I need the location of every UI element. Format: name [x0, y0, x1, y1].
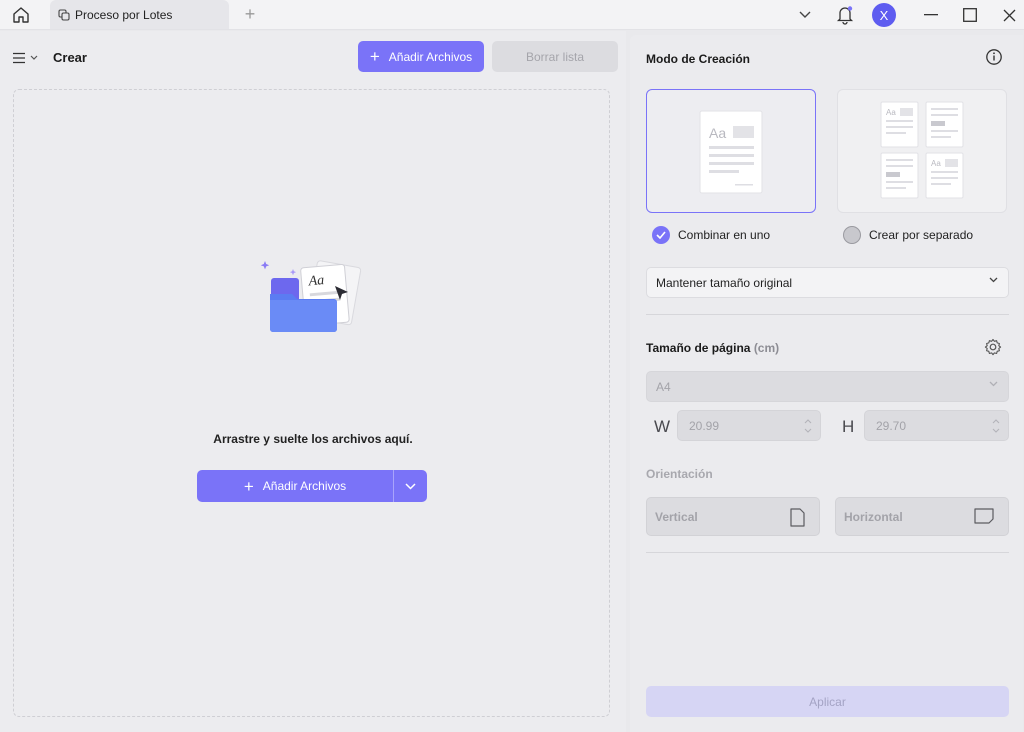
- chevron-down-icon: [30, 55, 38, 60]
- preview-aa-text: Aa: [931, 159, 941, 168]
- hamburger-icon: [13, 52, 25, 64]
- page-size-unit: (cm): [753, 341, 780, 355]
- add-files-button[interactable]: + Añadir Archivos: [358, 41, 484, 72]
- notifications-button[interactable]: [834, 0, 856, 30]
- vertical-button[interactable]: Vertical: [646, 497, 820, 536]
- separate-radio[interactable]: Crear por separado: [843, 226, 973, 244]
- radio-off-icon: [843, 226, 861, 244]
- apply-button[interactable]: Aplicar: [646, 686, 1009, 717]
- plus-icon: +: [369, 47, 380, 66]
- add-files-dropdown-button[interactable]: [394, 470, 427, 502]
- page-title: Crear: [53, 50, 87, 65]
- title-bar: Proceso por Lotes + X: [0, 0, 1024, 30]
- bell-icon: [836, 6, 854, 25]
- height-label: H: [842, 417, 855, 436]
- drop-instructions: Arrastre y suelte los archivos aquí.: [213, 432, 413, 446]
- combine-label: Combinar en uno: [678, 228, 771, 242]
- add-files-split-button: + Añadir Archivos: [197, 470, 427, 502]
- page-size-label: Tamaño de página: [646, 341, 751, 355]
- add-files-label: Añadir Archivos: [388, 49, 473, 64]
- spinner-icon[interactable]: [804, 417, 812, 435]
- new-tab-button[interactable]: +: [240, 4, 260, 24]
- spinner-icon[interactable]: [992, 417, 1000, 435]
- home-icon: [13, 7, 29, 23]
- page-size-title: Tamaño de página (cm): [646, 341, 779, 355]
- plus-icon: +: [243, 476, 254, 496]
- clear-list-button[interactable]: Borrar lista: [492, 41, 618, 72]
- separate-label: Crear por separado: [869, 228, 974, 242]
- size-select-value: Mantener tamaño original: [656, 275, 793, 290]
- orientation-title: Orientación: [646, 467, 713, 481]
- settings-panel: Modo de Creación Aa Aa Aa Combinar en un…: [630, 35, 1023, 732]
- single-document-icon: Aa: [699, 110, 763, 194]
- paper-size-value: A4: [656, 379, 671, 394]
- tabs-dropdown-button[interactable]: [796, 0, 814, 30]
- folder-illustration-icon: Aa: [260, 260, 362, 332]
- horizontal-button[interactable]: Horizontal: [835, 497, 1009, 536]
- preview-aa-text: Aa: [886, 108, 896, 117]
- menu-button[interactable]: [12, 49, 40, 67]
- height-value: 29.70: [876, 418, 907, 433]
- add-files-main-button[interactable]: + Añadir Archivos: [197, 470, 394, 502]
- divider: [646, 552, 1009, 553]
- combine-mode-card[interactable]: Aa: [646, 89, 816, 213]
- close-button[interactable]: [998, 0, 1020, 30]
- divider: [646, 314, 1009, 315]
- create-panel: Crear + Añadir Archivos Borrar lista Aa …: [0, 31, 626, 732]
- landscape-page-icon: [974, 508, 994, 524]
- chevron-down-icon: [989, 277, 998, 283]
- gear-icon[interactable]: [983, 337, 1003, 357]
- multiple-documents-icon: Aa Aa: [880, 101, 964, 199]
- paper-size-select[interactable]: A4: [646, 371, 1009, 402]
- width-label: W: [654, 417, 671, 436]
- portrait-page-icon: [790, 508, 805, 527]
- add-files-label: Añadir Archivos: [262, 479, 347, 493]
- chevron-down-icon: [405, 482, 416, 490]
- avatar[interactable]: X: [872, 3, 896, 27]
- minimize-button[interactable]: [920, 0, 942, 30]
- size-select[interactable]: Mantener tamaño original: [646, 267, 1009, 298]
- batch-icon: [58, 8, 70, 21]
- maximize-icon: [963, 8, 977, 22]
- maximize-button[interactable]: [959, 0, 981, 30]
- drop-zone[interactable]: [13, 89, 610, 717]
- vertical-label: Vertical: [655, 509, 698, 524]
- preview-aa-text: Aa: [307, 273, 325, 289]
- tab-batch-process[interactable]: Proceso por Lotes: [50, 0, 229, 29]
- height-input[interactable]: 29.70: [864, 410, 1009, 441]
- checkmark-icon: [652, 226, 670, 244]
- minimize-icon: [924, 14, 938, 16]
- chevron-down-icon: [989, 381, 998, 387]
- mode-title: Modo de Creación: [646, 52, 751, 66]
- chevron-down-icon: [799, 11, 811, 18]
- combine-radio[interactable]: Combinar en uno: [652, 226, 770, 244]
- info-icon[interactable]: [985, 48, 1003, 66]
- preview-aa-text: Aa: [709, 125, 726, 141]
- home-button[interactable]: [8, 4, 34, 26]
- width-input[interactable]: 20.99: [677, 410, 821, 441]
- width-value: 20.99: [689, 418, 720, 433]
- separate-mode-card[interactable]: Aa Aa: [837, 89, 1007, 213]
- horizontal-label: Horizontal: [844, 509, 903, 524]
- tab-label: Proceso por Lotes: [75, 7, 173, 22]
- close-icon: [1003, 9, 1015, 21]
